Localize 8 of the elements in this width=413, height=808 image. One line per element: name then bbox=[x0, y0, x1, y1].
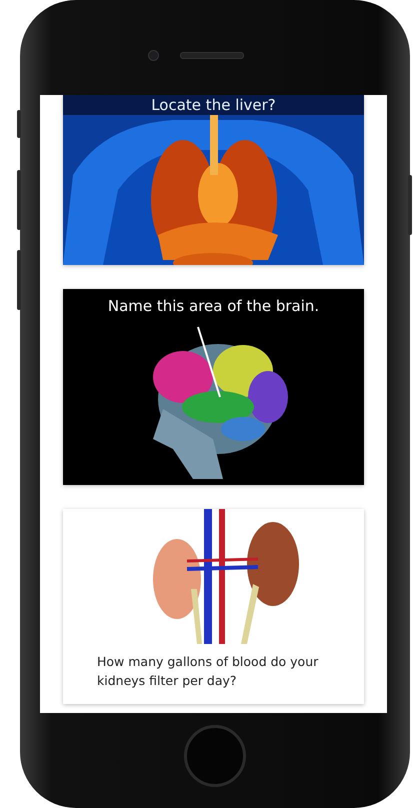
question-card[interactable]: Name this area of the brain. bbox=[63, 289, 364, 485]
question-text: Name this area of the brain. bbox=[106, 297, 320, 315]
camera-icon bbox=[148, 50, 159, 61]
question-text: Locate the liver? bbox=[63, 95, 364, 115]
speaker-grille bbox=[180, 52, 244, 59]
question-card[interactable]: How many gallons of blood do your kidneys filter per day? bbox=[63, 509, 364, 704]
question-text: How many gallons of blood do your kidneys filter per day? bbox=[96, 653, 320, 690]
question-card[interactable]: Locate the liver? bbox=[63, 95, 364, 265]
